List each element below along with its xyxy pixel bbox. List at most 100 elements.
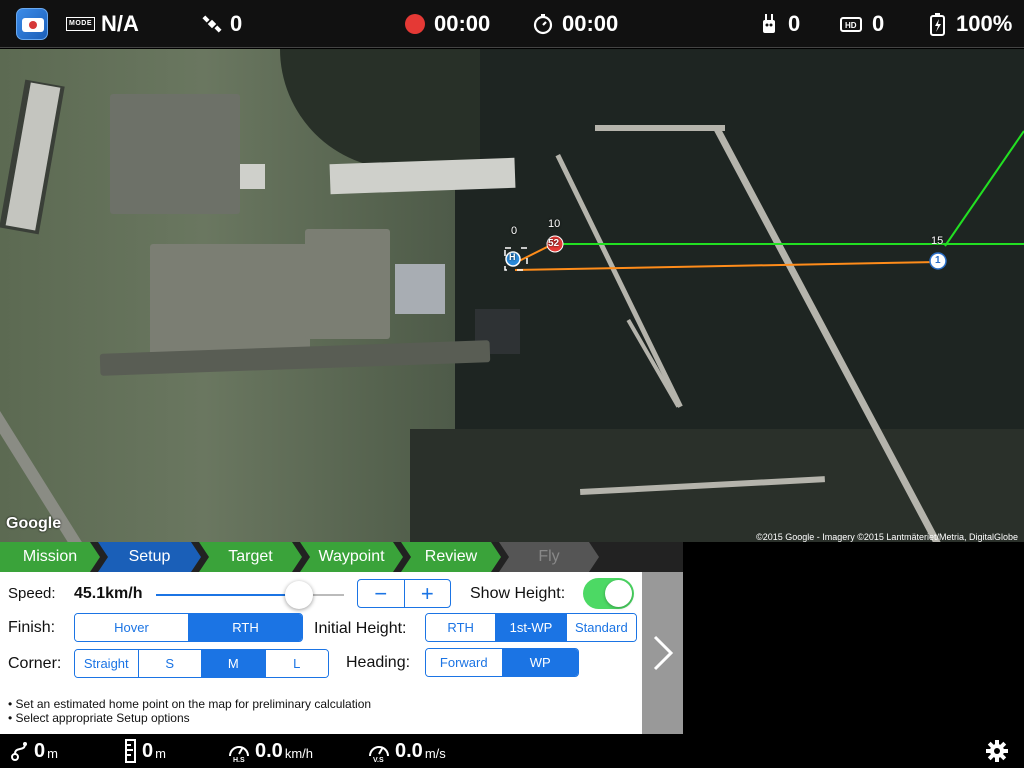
route-segment-green (944, 130, 1024, 247)
corner-option-m[interactable]: M (202, 650, 266, 677)
tab-target[interactable]: Target (199, 542, 302, 572)
record-dot-icon (405, 14, 425, 34)
flight-time: 00:00 (562, 11, 619, 36)
hd-video-icon: HD (840, 17, 862, 32)
show-height-toggle[interactable] (583, 578, 634, 609)
initial-height-segmented-control[interactable]: RTH 1st-WP Standard (425, 613, 637, 642)
speed-slider[interactable] (156, 581, 344, 609)
height-readout: 0m (124, 734, 166, 768)
speed-increase-button[interactable]: + (405, 580, 451, 607)
speed-slider-fill (156, 594, 299, 596)
initial-height-label: Initial Height: (314, 620, 407, 637)
heading-label: Heading: (346, 654, 411, 671)
distance-unit: m (47, 745, 58, 761)
battery-percent: 100% (956, 11, 1013, 36)
corner-segmented-control[interactable]: Straight S M L (74, 649, 329, 678)
initial-height-option-1st-wp[interactable]: 1st-WP (496, 614, 567, 641)
satellite-indicator: 0 (202, 0, 242, 48)
svg-text:H.S: H.S (233, 757, 245, 763)
battery-indicator: 100% (928, 0, 1012, 48)
heading-segmented-control[interactable]: Forward WP (425, 648, 579, 677)
tab-mission[interactable]: Mission (0, 542, 100, 572)
waypoint-label: 15 (931, 235, 944, 247)
horizontal-speed-icon: H.S (229, 746, 249, 763)
settings-button[interactable] (986, 734, 1012, 768)
corner-label: Corner: (8, 655, 62, 672)
speed-slider-thumb[interactable] (284, 581, 313, 609)
distance-readout: 0m (10, 734, 58, 768)
height-unit: m (155, 745, 166, 761)
finish-segmented-control[interactable]: Hover RTH (74, 613, 303, 642)
video-signal-indicator: HD 0 (840, 0, 884, 48)
height-value: 0 (142, 739, 154, 762)
home-marker-label: H (509, 252, 516, 262)
mode-badge: MODE (66, 17, 95, 31)
tab-review[interactable]: Review (401, 542, 501, 572)
horizontal-speed-readout: H.S 0.0 km/h (227, 734, 313, 768)
tab-fly: Fly (499, 542, 599, 572)
battery-icon (930, 13, 945, 36)
flight-mode-indicator: MODE N/A (66, 0, 139, 48)
satellite-icon (202, 15, 222, 33)
next-step-button[interactable] (642, 572, 683, 734)
svg-text:V.S: V.S (373, 757, 384, 763)
app-logo-icon[interactable] (16, 8, 48, 40)
waypoint-label: 0 (511, 225, 518, 237)
telemetry-bar: 0m 0m H.S 0.0 km/h V.S 0.0 m/s (0, 734, 1024, 768)
speed-stepper[interactable]: − + (357, 579, 451, 608)
show-height-label: Show Height: (470, 585, 566, 602)
gear-icon (986, 740, 1008, 762)
flight-timer: 00:00 (532, 0, 618, 48)
video-signal-value: 0 (872, 11, 885, 36)
remote-signal-indicator: 0 (758, 0, 800, 48)
mission-tabs: Mission Setup Target Waypoint Review Fly (0, 542, 683, 572)
google-logo: Google (6, 515, 62, 532)
waypoint-label: 10 (548, 218, 561, 230)
satellite-count: 0 (230, 11, 243, 36)
initial-height-option-rth[interactable]: RTH (426, 614, 497, 641)
toggle-knob (605, 580, 632, 607)
tab-setup[interactable]: Setup (98, 542, 201, 572)
hint-text: • Set an estimated home point on the map… (8, 697, 372, 711)
altitude-ruler-icon (125, 739, 136, 763)
distance-value: 0 (34, 739, 46, 762)
hint-text: • Select appropriate Setup options (8, 711, 190, 725)
remote-controller-icon (763, 14, 775, 33)
status-bar: MODE N/A 0 00:00 00:00 0 HD 0 100% (0, 0, 1024, 48)
finish-label: Finish: (8, 619, 56, 636)
record-indicator: 00:00 (404, 0, 490, 48)
app-root: MODE N/A 0 00:00 00:00 0 HD 0 100% H 0 1… (0, 0, 1024, 768)
vertical-speed-icon: V.S (369, 746, 389, 763)
mission-route (504, 130, 1024, 271)
initial-height-option-standard[interactable]: Standard (566, 614, 636, 641)
svg-text:HD: HD (845, 21, 857, 30)
finish-option-rth[interactable]: RTH (189, 614, 302, 641)
chevron-right-icon (653, 635, 673, 671)
horizontal-speed-unit: km/h (284, 745, 313, 761)
route-segment-orange (514, 261, 939, 271)
vertical-speed-readout: V.S 0.0 m/s (367, 734, 446, 768)
corner-option-l[interactable]: L (265, 650, 328, 677)
speed-label: Speed: (8, 585, 56, 602)
waypoint-badge: 1 (935, 255, 941, 266)
satellite-map[interactable]: H 0 10 52 15 1 Google ©2015 Google - Ima… (0, 49, 1024, 542)
record-time: 00:00 (434, 11, 491, 36)
horizontal-speed-value: 0.0 (255, 739, 283, 762)
speed-value: 45.1km/h (74, 585, 143, 602)
tab-waypoint[interactable]: Waypoint (300, 542, 403, 572)
speed-decrease-button[interactable]: − (358, 580, 405, 607)
heading-option-wp[interactable]: WP (502, 649, 578, 676)
map-attribution: ©2015 Google - Imagery ©2015 Lantmäterie… (756, 532, 1018, 542)
distance-icon (11, 742, 27, 761)
finish-option-hover[interactable]: Hover (75, 614, 189, 641)
heading-option-forward[interactable]: Forward (426, 649, 503, 676)
remote-signal-value: 0 (788, 11, 801, 36)
mode-value: N/A (101, 11, 139, 36)
stopwatch-icon (533, 14, 553, 35)
vertical-speed-value: 0.0 (395, 739, 423, 762)
waypoint-badge: 52 (548, 238, 560, 249)
corner-option-straight[interactable]: Straight (75, 650, 139, 677)
video-preview-area (683, 542, 1024, 734)
vertical-speed-unit: m/s (424, 745, 446, 761)
corner-option-s[interactable]: S (138, 650, 202, 677)
